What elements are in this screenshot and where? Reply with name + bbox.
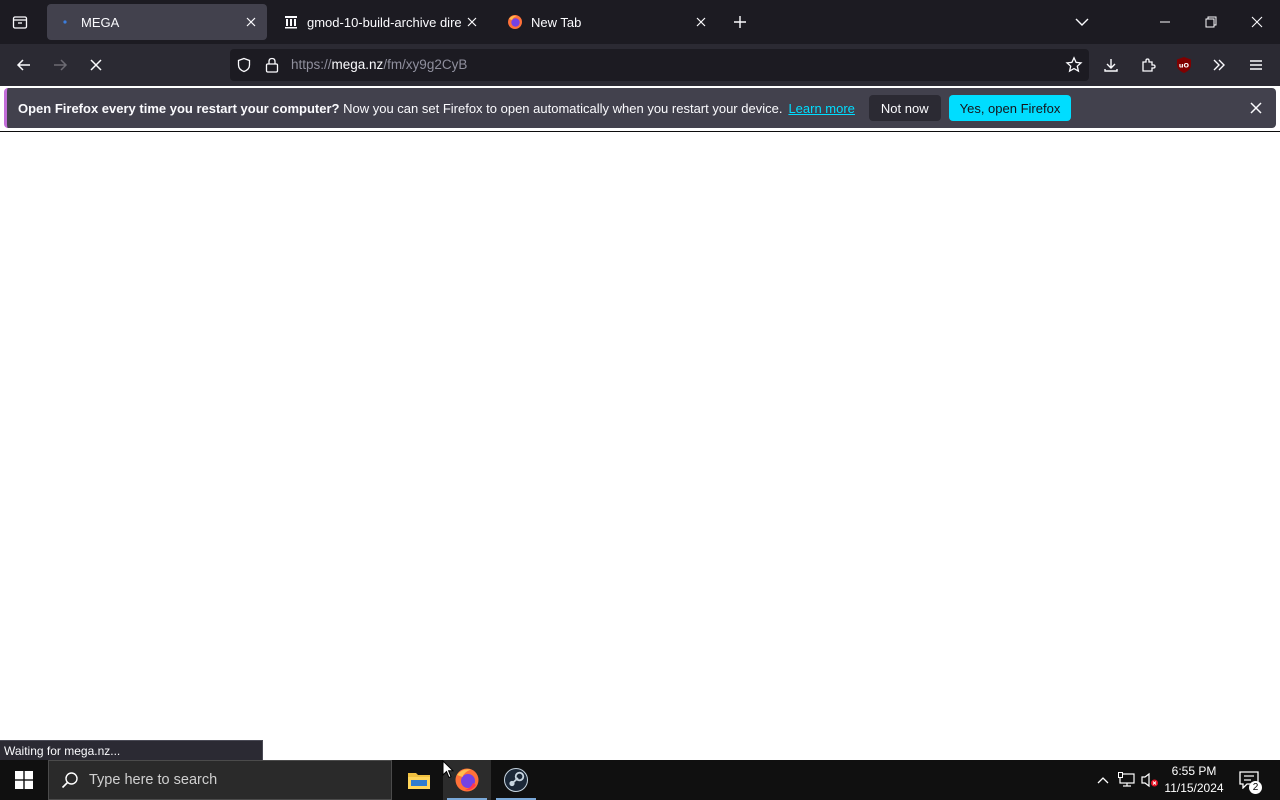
downloads-button[interactable] xyxy=(1099,53,1123,77)
firefox-icon xyxy=(507,14,523,30)
network-tray-button[interactable] xyxy=(1117,770,1137,790)
firefox-view-button[interactable] xyxy=(8,10,32,34)
more-tools-button[interactable] xyxy=(1207,53,1231,77)
address-bar[interactable]: https://mega.nz/fm/xy9g2CyB xyxy=(230,49,1089,81)
file-explorer-taskbar-button[interactable] xyxy=(395,760,443,800)
steam-icon xyxy=(504,768,528,792)
tab-title: New Tab xyxy=(531,14,582,30)
status-panel: Waiting for mega.nz... xyxy=(0,740,263,760)
notification-message: Open Firefox every time you restart your… xyxy=(18,101,782,116)
start-button[interactable] xyxy=(0,760,48,800)
search-placeholder: Type here to search xyxy=(89,772,218,788)
mouse-cursor-icon xyxy=(442,760,454,779)
app-menu-button[interactable] xyxy=(1244,53,1268,77)
file-explorer-icon xyxy=(408,773,430,789)
url-host: mega.nz xyxy=(331,57,384,72)
back-button[interactable] xyxy=(12,53,36,77)
show-hidden-icons-button[interactable] xyxy=(1093,770,1113,790)
tab-mega[interactable]: MEGA xyxy=(47,4,267,40)
extensions-button[interactable] xyxy=(1136,53,1160,77)
windows-taskbar: Type here to search 6:55 PM 11/15/2024 xyxy=(0,760,1280,800)
notification-count-badge: 2 xyxy=(1249,781,1262,794)
not-now-button[interactable]: Not now xyxy=(868,95,941,121)
stop-button[interactable] xyxy=(84,53,108,77)
chevron-down-icon xyxy=(1075,18,1089,26)
tab-gmod-archive[interactable]: gmod-10-build-archive directory xyxy=(273,4,488,40)
clock-time: 6:55 PM xyxy=(1171,764,1217,778)
puzzle-piece-icon xyxy=(1142,58,1156,72)
firefox-icon xyxy=(455,768,479,792)
close-notification-icon[interactable] xyxy=(1246,98,1266,118)
steam-taskbar-button[interactable] xyxy=(492,760,540,800)
clock-date: 11/15/2024 xyxy=(1164,781,1224,795)
firefox-view-icon xyxy=(12,16,28,29)
ublock-origin-button[interactable]: uO xyxy=(1172,53,1196,77)
new-tab-button[interactable] xyxy=(728,10,752,34)
tab-close-icon[interactable] xyxy=(241,12,261,32)
taskbar-search-box[interactable]: Type here to search xyxy=(48,760,392,800)
volume-tray-button[interactable] xyxy=(1140,770,1160,790)
default-browser-notification: Open Firefox every time you restart your… xyxy=(4,88,1276,128)
download-icon xyxy=(1104,59,1118,72)
restore-icon xyxy=(1205,16,1217,28)
double-chevron-right-icon xyxy=(1213,59,1225,71)
url-scheme: https:// xyxy=(291,57,332,72)
close-window-button[interactable] xyxy=(1245,10,1269,34)
tab-strip: MEGA gmod-10-build-archive directory xyxy=(0,0,1280,44)
tab-new-tab[interactable]: New Tab xyxy=(497,4,717,40)
chevron-up-icon xyxy=(1097,777,1109,784)
plus-icon xyxy=(734,16,746,28)
network-icon xyxy=(1118,772,1135,787)
learn-more-link[interactable]: Learn more xyxy=(788,101,854,116)
bookmark-star-icon[interactable] xyxy=(1065,56,1083,74)
tab-title: gmod-10-build-archive directory xyxy=(307,14,462,30)
page-content xyxy=(0,132,1280,760)
windows-logo-icon xyxy=(15,771,33,789)
restore-button[interactable] xyxy=(1199,10,1223,34)
forward-button[interactable] xyxy=(48,53,72,77)
close-icon xyxy=(1251,16,1263,28)
lock-icon[interactable] xyxy=(264,56,280,74)
taskbar-clock[interactable]: 6:55 PM 11/15/2024 xyxy=(1160,763,1228,797)
notification-title: Open Firefox every time you restart your… xyxy=(18,100,340,116)
back-arrow-icon xyxy=(16,59,30,71)
minimize-icon xyxy=(1160,21,1170,23)
hamburger-menu-icon xyxy=(1250,60,1262,70)
archive-pillar-icon xyxy=(283,14,299,30)
tracking-protection-shield-icon[interactable] xyxy=(236,57,252,73)
tab-close-icon[interactable] xyxy=(691,12,711,32)
yes-open-firefox-button[interactable]: Yes, open Firefox xyxy=(948,95,1072,121)
search-icon xyxy=(61,772,78,789)
tab-close-icon[interactable] xyxy=(462,12,482,32)
loading-dot-icon xyxy=(57,14,73,30)
forward-arrow-icon xyxy=(54,59,68,71)
stop-icon xyxy=(90,59,102,71)
url-text[interactable]: https://mega.nz/fm/xy9g2CyB xyxy=(291,57,467,72)
tab-title: MEGA xyxy=(81,14,120,30)
speaker-muted-icon xyxy=(1141,772,1158,788)
navigation-toolbar: https://mega.nz/fm/xy9g2CyB uO xyxy=(0,44,1280,86)
notification-text: Now you can set Firefox to open automati… xyxy=(343,100,783,116)
ublock-origin-icon: uO xyxy=(1177,57,1191,73)
list-all-tabs-button[interactable] xyxy=(1070,10,1094,34)
minimize-button[interactable] xyxy=(1153,10,1177,34)
url-path: /fm/xy9g2CyB xyxy=(383,57,468,72)
svg-text:uO: uO xyxy=(1179,62,1190,70)
